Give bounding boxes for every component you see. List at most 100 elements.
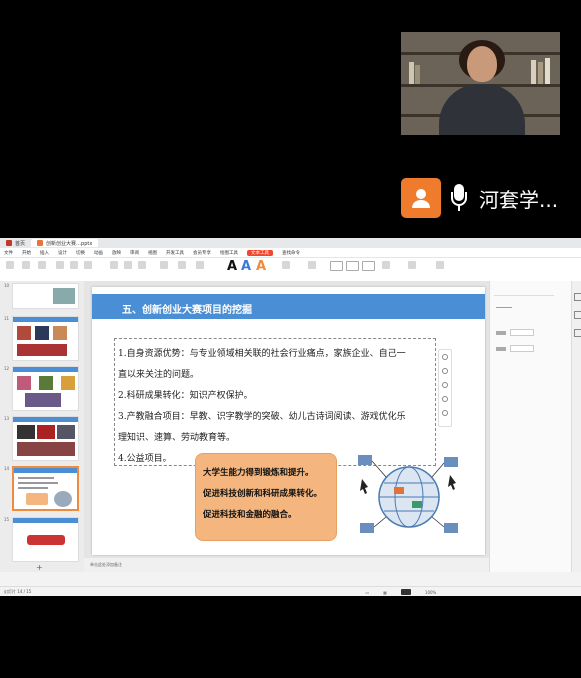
thumb-number: 12 (4, 366, 10, 371)
highlight-line-2: 促进科技创新和科研成果转化。 (203, 489, 323, 499)
content-text-box[interactable]: 1.自身资源优势：与专业领域相关联的社会行业痛点，家族企业、自己一 直以来关注的… (114, 338, 436, 466)
style-preset-2[interactable] (346, 261, 359, 271)
text-style-sample-orange[interactable]: A (256, 259, 266, 274)
tab-shape-options[interactable] (496, 301, 512, 308)
text-outline-icon[interactable] (436, 261, 444, 269)
menu-item-drawing-tools[interactable]: 绘图工具 (220, 250, 238, 256)
arrange-icon[interactable] (196, 261, 204, 269)
slide-thumbnail[interactable] (12, 283, 79, 309)
slide-thumbnail[interactable] (12, 416, 79, 461)
floating-toolbar (438, 349, 452, 427)
properties-panel (489, 281, 572, 572)
align-right-icon[interactable] (138, 261, 146, 269)
menu-item-design[interactable]: 设计 (58, 250, 67, 256)
slide-thumbnail[interactable] (12, 366, 79, 411)
effects-icon[interactable] (442, 396, 448, 402)
play-slideshow-button[interactable] (400, 589, 411, 595)
zoom-level: 100% (424, 589, 437, 595)
menu-item-animation[interactable]: 动画 (94, 250, 103, 256)
format-painter-icon[interactable] (38, 261, 46, 269)
align-center-icon[interactable] (124, 261, 132, 269)
microphone-icon[interactable] (451, 184, 467, 212)
thumb-number: 15 (4, 517, 10, 522)
text-fill-icon[interactable] (282, 261, 290, 269)
status-bar: 幻灯片 14 / 15 ▭ ▦ 100% (0, 586, 581, 596)
menu-item-member[interactable]: 会员专享 (193, 250, 211, 256)
style-preset-1[interactable] (330, 261, 343, 271)
slide-thumbnail[interactable] (12, 316, 79, 361)
underline-icon[interactable] (84, 261, 92, 269)
slide-title: 五、创新创业大赛项目的挖掘 (122, 305, 252, 316)
menu-item-review[interactable]: 审阅 (130, 250, 139, 256)
text-style-sample-black[interactable]: A (227, 259, 237, 274)
point-4: 4.公益项目。 (118, 454, 172, 464)
slide-thumbnail-selected[interactable] (12, 466, 79, 511)
add-slide-icon[interactable]: + (36, 563, 43, 572)
menu-item-home[interactable]: 开始 (22, 250, 31, 256)
style-icon[interactable] (442, 382, 448, 388)
slide-thumbnail[interactable] (12, 517, 79, 562)
title-bar: 首页 创新创业大赛…pptx (0, 238, 581, 248)
ribbon-toolbar: A A A (0, 258, 581, 283)
menu-item-text-tools[interactable]: 文本工具 (247, 249, 273, 256)
side-task-strip (571, 281, 581, 572)
columns-icon[interactable] (408, 261, 416, 269)
pen-icon[interactable] (442, 368, 448, 374)
italic-icon[interactable] (70, 261, 78, 269)
menu-item-view[interactable]: 视图 (148, 250, 157, 256)
tab-presentation[interactable]: 创新创业大赛…pptx (31, 239, 99, 247)
participant-bar: 河套学... (401, 176, 558, 220)
settings-icon[interactable] (574, 329, 581, 337)
thumb-number: 13 (4, 416, 10, 421)
cut-icon[interactable] (22, 261, 30, 269)
menu-item-developer[interactable]: 开发工具 (166, 250, 184, 256)
text-effect-icon[interactable] (308, 261, 316, 269)
bold-icon[interactable] (56, 261, 64, 269)
view-sorter-icon[interactable]: ▦ (383, 590, 387, 595)
line-row (496, 345, 534, 352)
book (538, 62, 543, 84)
view-normal-icon[interactable]: ▭ (365, 590, 369, 595)
menu-bar: 文件 开始 插入 设计 切换 动画 放映 审阅 视图 开发工具 会员专享 绘图工… (0, 248, 581, 258)
paste-icon[interactable] (6, 261, 14, 269)
layers-icon[interactable] (442, 354, 448, 360)
person-face (467, 46, 497, 82)
highlight-line-1: 大学生能力得到锻炼和提升。 (203, 468, 314, 478)
slide-thumbnail-panel: 10 11 12 13 14 15 + (0, 281, 84, 572)
thumb-number: 11 (4, 316, 10, 321)
thumb-number: 14 (4, 466, 10, 471)
notes-bar[interactable]: 单击此处添加备注 (84, 558, 489, 572)
wps-icon (6, 240, 12, 246)
slide: 五、创新创业大赛项目的挖掘 1.自身资源优势：与专业领域相关联的社会行业痛点，家… (92, 287, 485, 555)
menu-item-search[interactable]: 查找命令 (282, 250, 300, 256)
speaker-video (401, 32, 560, 135)
person-body (439, 84, 525, 135)
tab-text-options[interactable] (520, 301, 536, 307)
menu-item-slideshow[interactable]: 放映 (112, 250, 121, 256)
animation-icon[interactable] (574, 311, 581, 319)
text-direction-icon[interactable] (382, 261, 390, 269)
point-1-line-2: 直以来关注的问题。 (118, 370, 200, 380)
highlight-box[interactable]: 大学生能力得到锻炼和提升。 促进科技创新和科研成果转化。 促进科技和金融的融合。 (195, 453, 337, 541)
point-3-line-1: 3.产教融合项目：早教、识字教学的突破、幼儿古诗词阅读、游戏优化乐 (118, 412, 406, 422)
book (531, 60, 536, 84)
point-1-line-1: 1.自身资源优势：与专业领域相关联的社会行业痛点，家族企业、自己一 (118, 349, 406, 359)
menu-item-transition[interactable]: 切换 (76, 250, 85, 256)
tab-home[interactable]: 首页 (0, 239, 31, 247)
line-select[interactable] (510, 345, 534, 352)
shape-icon[interactable] (178, 261, 186, 269)
text-style-sample-blue[interactable]: A (241, 259, 251, 274)
person-icon[interactable] (401, 178, 441, 218)
style-preset-3[interactable] (362, 261, 375, 271)
property-icon[interactable] (574, 293, 581, 301)
fill-row (496, 329, 534, 336)
menu-item-insert[interactable]: 插入 (40, 250, 49, 256)
more-icon[interactable] (442, 410, 448, 416)
fill-select[interactable] (510, 329, 534, 336)
align-left-icon[interactable] (110, 261, 118, 269)
tab-label: 首页 (15, 240, 26, 247)
thumb-number: 10 (4, 283, 10, 288)
speaker-name: 河套学... (479, 187, 559, 212)
text-box-icon[interactable] (160, 261, 168, 269)
menu-item-file[interactable]: 文件 (4, 250, 13, 256)
